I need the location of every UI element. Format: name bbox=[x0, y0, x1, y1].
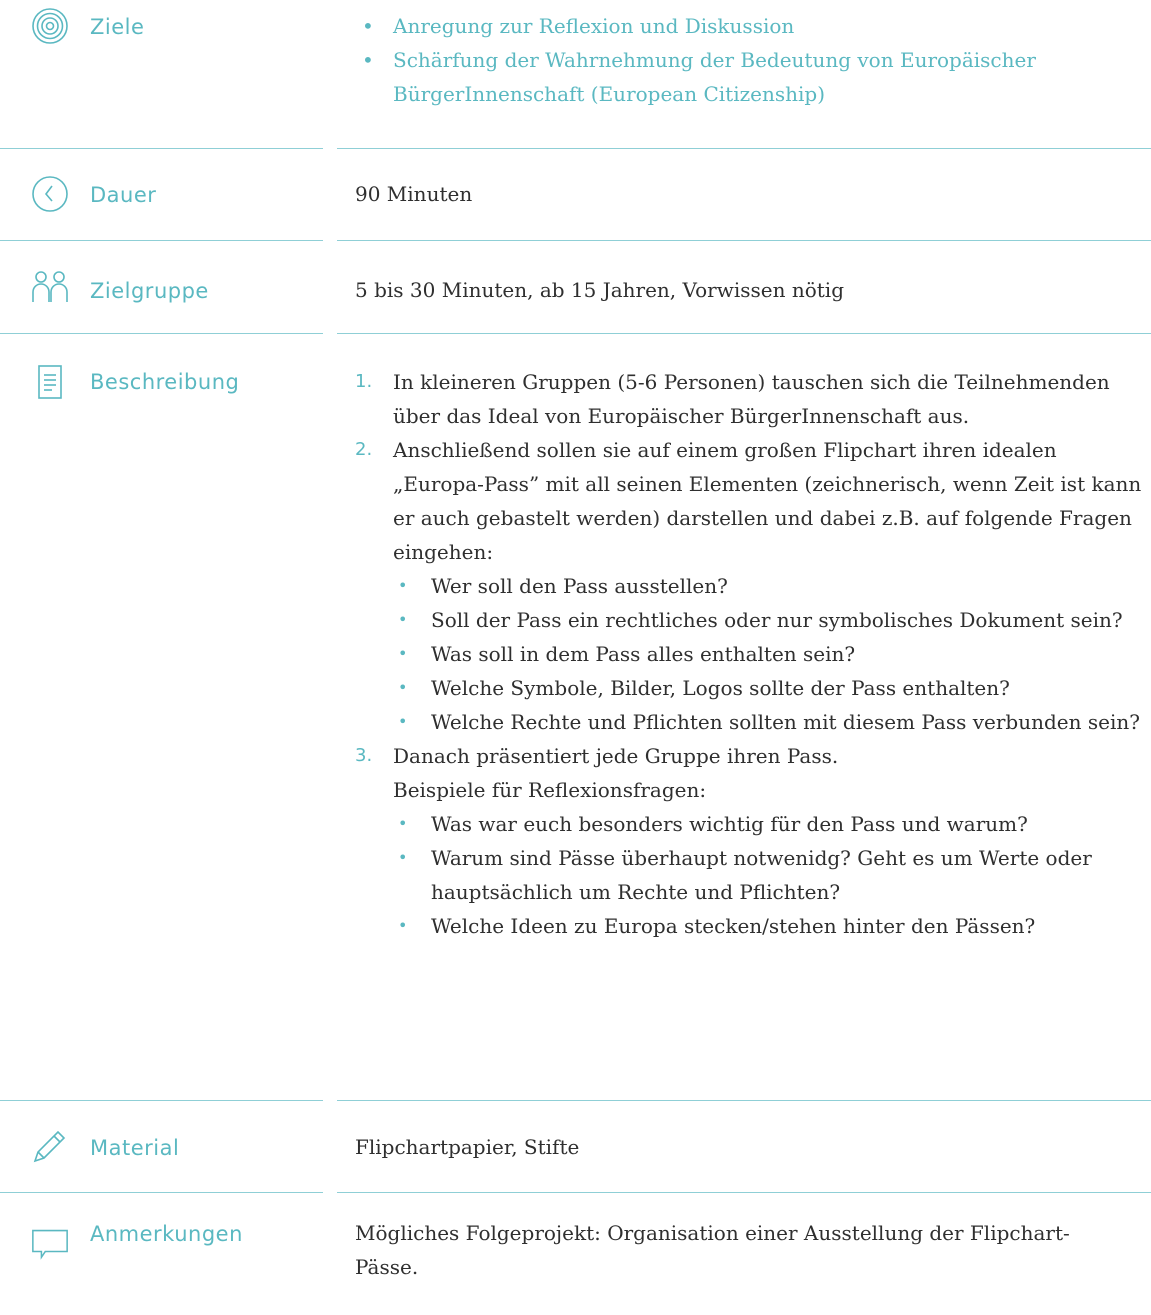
ziele-content: Anregung zur Reflexion und Diskussion Sc… bbox=[355, 9, 1125, 111]
divider bbox=[0, 148, 323, 149]
step-number: 3. bbox=[355, 745, 373, 766]
section-label-ziele: Ziele bbox=[90, 15, 145, 39]
sub-item: Welche Rechte und Pflichten sollten mit … bbox=[393, 705, 1145, 739]
sub-item: Soll der Pass ein rechtliches oder nur s… bbox=[393, 603, 1145, 637]
sub-item: Welche Ideen zu Europa stecken/stehen hi… bbox=[393, 909, 1145, 943]
section-label-material: Material bbox=[90, 1136, 180, 1160]
beschreibung-content: 1. In kleineren Gruppen (5-6 Personen) t… bbox=[355, 365, 1145, 943]
divider bbox=[337, 1100, 1151, 1101]
pencil-icon bbox=[30, 1126, 70, 1166]
goal-item: Anregung zur Reflexion und Diskussion bbox=[355, 9, 1125, 43]
anmerkungen-text: Mögliches Folgeprojekt: Organisation ein… bbox=[355, 1221, 1070, 1279]
divider bbox=[0, 1100, 323, 1101]
divider bbox=[337, 333, 1151, 334]
step-text: Danach präsentiert jede Gruppe ihren Pas… bbox=[393, 744, 839, 768]
clock-icon bbox=[30, 174, 70, 214]
sub-item: Warum sind Pässe überhaupt notwenidg? Ge… bbox=[393, 841, 1145, 909]
step-item: 3. Danach präsentiert jede Gruppe ihren … bbox=[355, 739, 1145, 943]
step-item: 2. Anschließend sollen sie auf einem gro… bbox=[355, 433, 1145, 739]
section-label-beschreibung: Beschreibung bbox=[90, 370, 240, 394]
people-icon bbox=[30, 270, 70, 310]
step-number: 1. bbox=[355, 371, 373, 392]
step-text: Beispiele für Reflexionsfragen: bbox=[393, 778, 707, 802]
goal-item: Schärfung der Wahrnehmung der Bedeutung … bbox=[355, 43, 1085, 111]
divider bbox=[337, 1192, 1151, 1193]
zielgruppe-text: 5 bis 30 Minuten, ab 15 Jahren, Vorwisse… bbox=[355, 278, 845, 302]
step-text: In kleineren Gruppen (5-6 Personen) taus… bbox=[393, 370, 1110, 428]
divider bbox=[337, 148, 1151, 149]
step-number: 2. bbox=[355, 439, 373, 460]
sub-item: Wer soll den Pass ausstellen? bbox=[393, 569, 1145, 603]
divider bbox=[337, 240, 1151, 241]
step-text: Anschließend sollen sie auf einem großen… bbox=[393, 438, 1142, 564]
speech-bubble-icon bbox=[30, 1222, 72, 1262]
sub-item: Welche Symbole, Bilder, Logos sollte der… bbox=[393, 671, 1145, 705]
section-label-zielgruppe: Zielgruppe bbox=[90, 279, 209, 303]
step-item: 1. In kleineren Gruppen (5-6 Personen) t… bbox=[355, 365, 1145, 433]
divider bbox=[0, 240, 323, 241]
divider bbox=[0, 1192, 323, 1193]
section-label-dauer: Dauer bbox=[90, 183, 157, 207]
target-icon bbox=[30, 6, 70, 46]
document-icon bbox=[30, 363, 70, 403]
sub-item: Was soll in dem Pass alles enthalten sei… bbox=[393, 637, 1145, 671]
sub-item: Was war euch besonders wichtig für den P… bbox=[393, 807, 1145, 841]
material-text: Flipchartpapier, Stifte bbox=[355, 1135, 580, 1159]
section-label-anmerkungen: Anmerkungen bbox=[90, 1222, 243, 1246]
divider bbox=[0, 333, 323, 334]
dauer-text: 90 Minuten bbox=[355, 182, 473, 206]
